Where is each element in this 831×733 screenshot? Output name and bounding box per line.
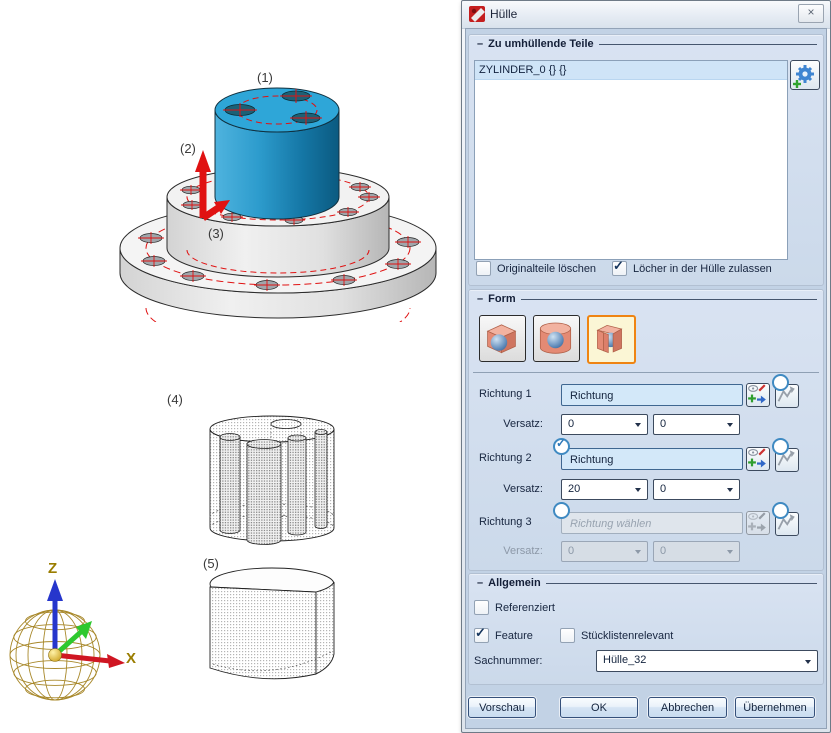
direction2-label: Richtung 2: [479, 452, 532, 464]
panel-parts: – Zu umhüllende Teile ZYLINDER_0 {} {}: [468, 34, 824, 286]
direction-pick-icon: [747, 512, 767, 532]
checkbox-referenced-label: Referenziert: [495, 602, 555, 614]
direction-pick-icon: [747, 448, 767, 468]
checkbox-delete-originals[interactable]: Originalteile löschen: [476, 261, 596, 276]
panel-form: – Form: [468, 289, 824, 571]
checkbox-delete-originals-label: Originalteile löschen: [497, 263, 596, 275]
versatz1-label: Versatz:: [479, 418, 543, 430]
close-icon[interactable]: ×: [798, 4, 824, 23]
versatz2-offset2-combo[interactable]: 0: [653, 479, 740, 500]
ok-button[interactable]: OK: [560, 697, 638, 718]
part-cylinder[interactable]: [215, 88, 339, 219]
direction1-field[interactable]: Richtung: [561, 384, 743, 406]
versatz1-offset2-combo[interactable]: 0: [653, 414, 740, 435]
direction1-pick-button[interactable]: [746, 383, 770, 407]
form-shape-box-button[interactable]: [479, 315, 526, 362]
part-number-combo[interactable]: Hülle_32: [596, 650, 818, 672]
checkbox-bom-relevant[interactable]: Stücklistenrelevant: [560, 628, 673, 643]
versatz2-label: Versatz:: [479, 483, 543, 495]
x-axis-label: X: [126, 650, 136, 667]
collapse-dash-icon[interactable]: –: [477, 38, 483, 50]
annotation-2: (2): [180, 141, 196, 156]
panel-general: – Allgemein Referenziert ✓ Feature Stück…: [468, 573, 824, 685]
contour-envelope-icon: [589, 317, 630, 358]
versatz3-offset1-combo: 0: [561, 541, 648, 562]
check-icon: ✓: [556, 436, 566, 450]
versatz1-offset1-combo[interactable]: 0: [561, 414, 648, 435]
dropdown-arrow-icon: [635, 488, 641, 492]
dropdown-arrow-icon: [635, 550, 641, 554]
checkbox-bom-relevant-label: Stücklistenrelevant: [581, 630, 673, 642]
huelle-dialog-window: Hülle × – Zu umhüllende Teile ZYLINDER_0…: [461, 0, 831, 733]
versatz3-label: Versatz:: [479, 545, 543, 557]
gear-add-icon: [791, 61, 819, 89]
direction-pick-icon: [747, 384, 767, 404]
preview-button[interactable]: Vorschau: [468, 697, 536, 718]
collapse-dash-icon[interactable]: –: [477, 293, 483, 305]
app-icon: [469, 6, 485, 22]
direction3-label: Richtung 3: [479, 516, 532, 528]
form-shape-cylinder-button[interactable]: [533, 315, 580, 362]
checkbox-allow-holes-label: Löcher in der Hülle zulassen: [633, 263, 772, 275]
direction1-label: Richtung 1: [479, 388, 532, 400]
z-axis-label: Z: [48, 560, 57, 577]
direction3-empty-badge[interactable]: [553, 502, 570, 519]
direction2-probe-radio[interactable]: [772, 438, 789, 455]
box-envelope-icon: [480, 316, 523, 359]
annotation-4: (4): [167, 392, 183, 407]
check-icon: ✓: [475, 625, 486, 641]
dialog-client-area: – Zu umhüllende Teile ZYLINDER_0 {} {}: [465, 28, 827, 729]
preview-envelope-solid: [185, 558, 350, 704]
direction3-field[interactable]: Richtung wählen: [561, 512, 743, 534]
preview-envelope-with-holes: [165, 392, 345, 564]
panel-general-title: Allgemein: [488, 577, 541, 589]
checkbox-feature[interactable]: ✓ Feature: [474, 628, 533, 643]
dropdown-arrow-icon: [727, 423, 733, 427]
cancel-button[interactable]: Abbrechen: [648, 697, 727, 718]
origin-ball: [49, 649, 62, 662]
titlebar[interactable]: Hülle ×: [462, 1, 830, 29]
annotation-5: (5): [203, 556, 219, 571]
collapse-dash-icon[interactable]: –: [477, 577, 483, 589]
panel-parts-title: Zu umhüllende Teile: [488, 38, 594, 50]
dropdown-arrow-icon: [727, 550, 733, 554]
direction2-checked-badge[interactable]: ✓: [553, 438, 570, 455]
annotation-1: (1): [257, 70, 273, 85]
dropdown-arrow-icon: [805, 660, 811, 664]
direction2-field[interactable]: Richtung: [561, 448, 743, 470]
checkbox-allow-holes[interactable]: ✓ Löcher in der Hülle zulassen: [612, 261, 772, 276]
coordinate-system-sphere: Z X: [0, 553, 145, 731]
checkbox-referenced[interactable]: Referenziert: [474, 600, 555, 615]
panel-form-title: Form: [488, 293, 516, 305]
direction2-pick-button[interactable]: [746, 447, 770, 471]
dropdown-arrow-icon: [635, 423, 641, 427]
z-axis-arrow: [47, 579, 63, 655]
direction3-pick-button: [746, 511, 770, 535]
check-icon: ✓: [613, 258, 624, 274]
form-shape-contour-button[interactable]: [587, 315, 636, 364]
model-flange-cylinder[interactable]: (1) (2) (3): [100, 60, 460, 322]
checkbox-feature-label: Feature: [495, 630, 533, 642]
annotation-3: (3): [208, 226, 224, 241]
direction1-probe-radio[interactable]: [772, 374, 789, 391]
cad-viewport[interactable]: (1) (2) (3): [0, 0, 461, 733]
versatz3-offset2-combo: 0: [653, 541, 740, 562]
direction3-probe-radio[interactable]: [772, 502, 789, 519]
versatz2-offset1-combo[interactable]: 20: [561, 479, 648, 500]
window-title: Hülle: [490, 7, 517, 21]
cylinder-envelope-icon: [534, 316, 577, 359]
apply-button[interactable]: Übernehmen: [735, 697, 815, 718]
gear-add-button[interactable]: [790, 60, 820, 90]
list-item[interactable]: ZYLINDER_0 {} {}: [475, 61, 787, 80]
parts-list[interactable]: ZYLINDER_0 {} {}: [474, 60, 788, 260]
dropdown-arrow-icon: [727, 488, 733, 492]
part-number-label: Sachnummer:: [474, 655, 542, 667]
